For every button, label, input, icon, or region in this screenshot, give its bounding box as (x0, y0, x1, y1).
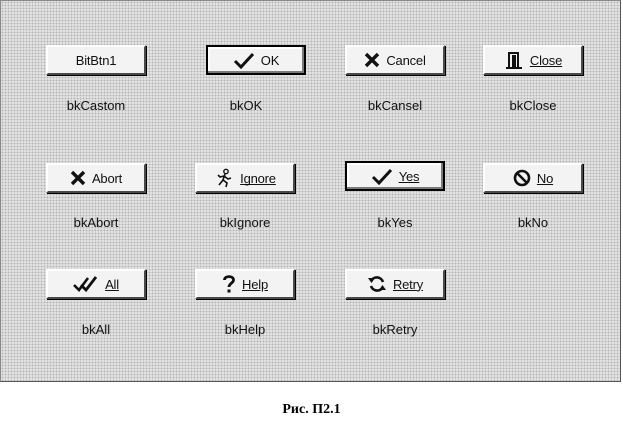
button-label: Yes (398, 168, 420, 184)
no-button[interactable]: No (483, 163, 583, 193)
form-window: BitBtn1 bkCastom OK bkOK Cancel bkCansel… (0, 0, 621, 382)
bitbtn1-button[interactable]: BitBtn1 (46, 45, 146, 75)
door-icon (504, 50, 524, 70)
double-check-icon (73, 275, 99, 293)
button-label: Ignore (240, 170, 276, 186)
help-button[interactable]: Help (195, 269, 295, 299)
ok-button[interactable]: OK (206, 45, 306, 75)
caption-bkyes: bkYes (377, 215, 413, 230)
running-man-icon (214, 168, 234, 188)
ignore-button[interactable]: Ignore (195, 163, 295, 193)
x-icon (70, 170, 86, 186)
figure-caption: Рис. П2.1 (282, 402, 341, 417)
button-label: No (536, 170, 554, 186)
button-label: Abort (91, 170, 123, 186)
refresh-icon (367, 275, 387, 293)
caption-bkhelp: bkHelp (224, 322, 266, 337)
button-label: Help (242, 276, 268, 292)
caption-bkabort: bkAbort (73, 215, 119, 230)
no-entry-icon (513, 169, 531, 187)
button-label: All (105, 276, 119, 292)
check-icon (371, 167, 393, 185)
button-label: BitBtn1 (75, 52, 117, 68)
button-label: Retry (392, 276, 424, 292)
all-button[interactable]: All (46, 269, 146, 299)
caption-bkcastom: bkCastom (66, 98, 126, 113)
question-icon (222, 274, 236, 294)
retry-button[interactable]: Retry (345, 269, 445, 299)
button-label: OK (260, 52, 280, 68)
button-label: Cancel (386, 52, 426, 68)
caption-bkall: bkAll (81, 322, 111, 337)
close-button[interactable]: Close (483, 45, 583, 75)
caption-bkignore: bkIgnore (219, 215, 271, 230)
caption-bkretry: bkRetry (372, 322, 418, 337)
check-icon (233, 51, 255, 69)
caption-bkclose: bkClose (509, 98, 557, 113)
caption-bkno: bkNo (517, 215, 549, 230)
yes-button[interactable]: Yes (345, 161, 445, 191)
abort-button[interactable]: Abort (46, 163, 146, 193)
cancel-button[interactable]: Cancel (345, 45, 445, 75)
button-label: Close (529, 52, 563, 68)
caption-bkcansel: bkCansel (367, 98, 423, 113)
x-icon (364, 52, 380, 68)
caption-bkok: bkOK (229, 98, 263, 113)
